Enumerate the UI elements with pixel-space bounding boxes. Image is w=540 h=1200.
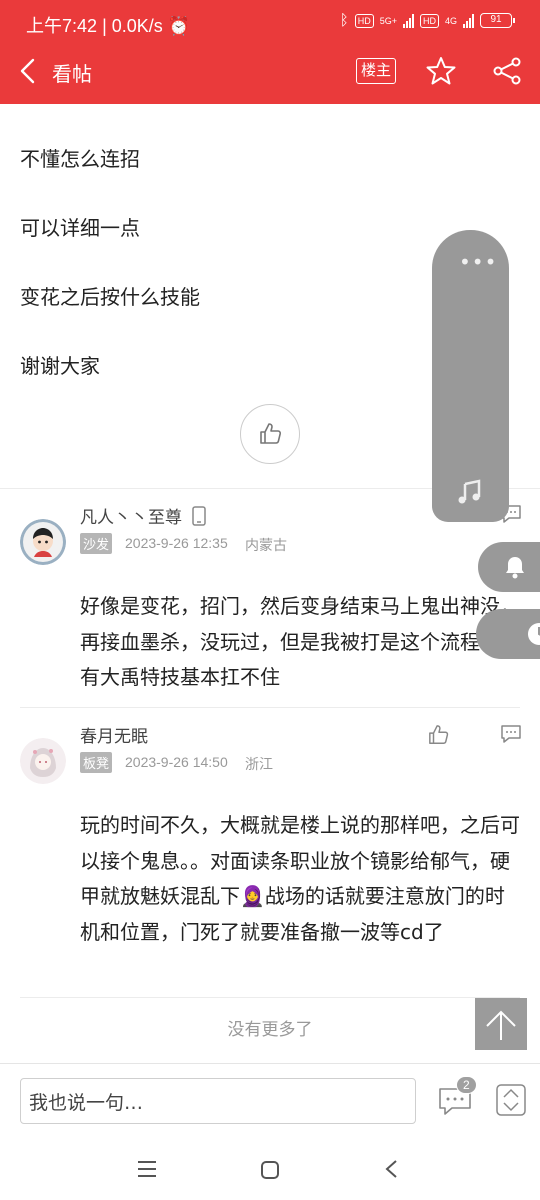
phone-icon — [192, 506, 207, 526]
comment-bar: 我也说一句… 2 — [0, 1063, 540, 1139]
reply-date: 2023-9-26 14:50 — [125, 754, 228, 770]
battery-icon: 91 — [480, 13, 515, 28]
page-title: 看帖 — [52, 62, 92, 86]
status-left: 上午7:42 | 0.0K/s ⏰ — [26, 16, 191, 36]
post-line-3: 变花之后按什么技能 — [20, 285, 200, 309]
post-line-1: 不懂怎么连招 — [20, 147, 140, 171]
no-more-text: 没有更多了 — [227, 1020, 313, 1040]
comment-input[interactable]: 我也说一句… — [20, 1078, 416, 1124]
back-icon[interactable] — [14, 56, 44, 86]
avatar-image — [20, 738, 66, 784]
reply-location: 内蒙古 — [245, 537, 287, 553]
reply-date: 2023-9-26 12:35 — [125, 535, 228, 551]
floor-badge: 板凳 — [80, 752, 113, 773]
post-like-button[interactable] — [240, 404, 300, 464]
top-bar: 上午7:42 | 0.0K/s ⏰ ᛒ HD 5G+ HD 4G 91 看帖 楼… — [0, 0, 540, 104]
comment-count-badge: 2 — [456, 1076, 477, 1094]
hd-icon-2: HD — [419, 13, 439, 28]
bell-icon — [506, 557, 524, 579]
back-to-top-button[interactable] — [475, 998, 527, 1050]
bluetooth-icon: ᛒ — [339, 12, 349, 29]
divider — [20, 707, 520, 708]
floating-side-button[interactable] — [476, 609, 540, 659]
post-line-4: 谢谢大家 — [20, 354, 100, 378]
arrow-up-icon — [486, 1010, 516, 1040]
share-icon[interactable] — [492, 56, 522, 86]
status-bar: 上午7:42 | 0.0K/s ⏰ ᛒ HD 5G+ HD 4G 91 — [0, 0, 540, 48]
avatar[interactable] — [20, 519, 66, 565]
status-right: ᛒ HD 5G+ HD 4G 91 — [339, 12, 515, 29]
notification-float-button[interactable] — [478, 542, 540, 592]
floor-badge: 沙发 — [80, 533, 113, 554]
system-nav-bar — [0, 1140, 540, 1200]
signal-icon-2 — [463, 13, 474, 28]
more-icon[interactable]: ••• — [459, 250, 497, 274]
avatar-image — [20, 519, 66, 565]
menu-icon[interactable] — [137, 1160, 157, 1178]
back-nav-icon[interactable] — [383, 1159, 399, 1179]
status-time: 上午7:42 — [26, 16, 98, 36]
signal-icon — [402, 13, 414, 28]
network-4g: 4G — [444, 15, 457, 26]
divider — [20, 997, 520, 998]
timer-icon — [528, 623, 540, 645]
nav-bar: 看帖 楼主 — [0, 48, 540, 104]
star-icon[interactable] — [426, 56, 456, 86]
thumb-up-icon[interactable] — [428, 724, 450, 746]
comment-icon[interactable] — [500, 724, 522, 744]
network-5g: 5G+ — [379, 15, 397, 26]
status-speed: 0.0K/s — [111, 16, 163, 36]
reply-content: 玩的时间不久，大概就是楼上说的那样吧，之后可以接个鬼息。。对面读条职业放个镜影给… — [80, 813, 520, 944]
only-owner-button[interactable]: 楼主 — [356, 58, 396, 84]
alarm-icon: ⏰ — [167, 16, 191, 36]
reply-location: 浙江 — [245, 756, 273, 772]
post-line-2: 可以详细一点 — [20, 216, 140, 240]
floating-music-panel[interactable]: ••• — [432, 230, 509, 522]
reply-content: 好像是变花，招门，然后变身结束马上鬼出神没，再接血墨杀，没玩过，但是我被打是这个… — [80, 594, 520, 689]
home-icon[interactable] — [260, 1160, 280, 1180]
reply-username[interactable]: 春月无眠 — [80, 722, 148, 747]
thumb-up-icon — [260, 423, 282, 444]
page-jump-icon[interactable] — [496, 1084, 526, 1116]
music-note-icon[interactable] — [456, 478, 484, 506]
avatar[interactable] — [20, 738, 66, 784]
reply-username[interactable]: 凡人丶丶至尊 — [80, 503, 207, 528]
hd-icon: HD — [354, 13, 374, 28]
